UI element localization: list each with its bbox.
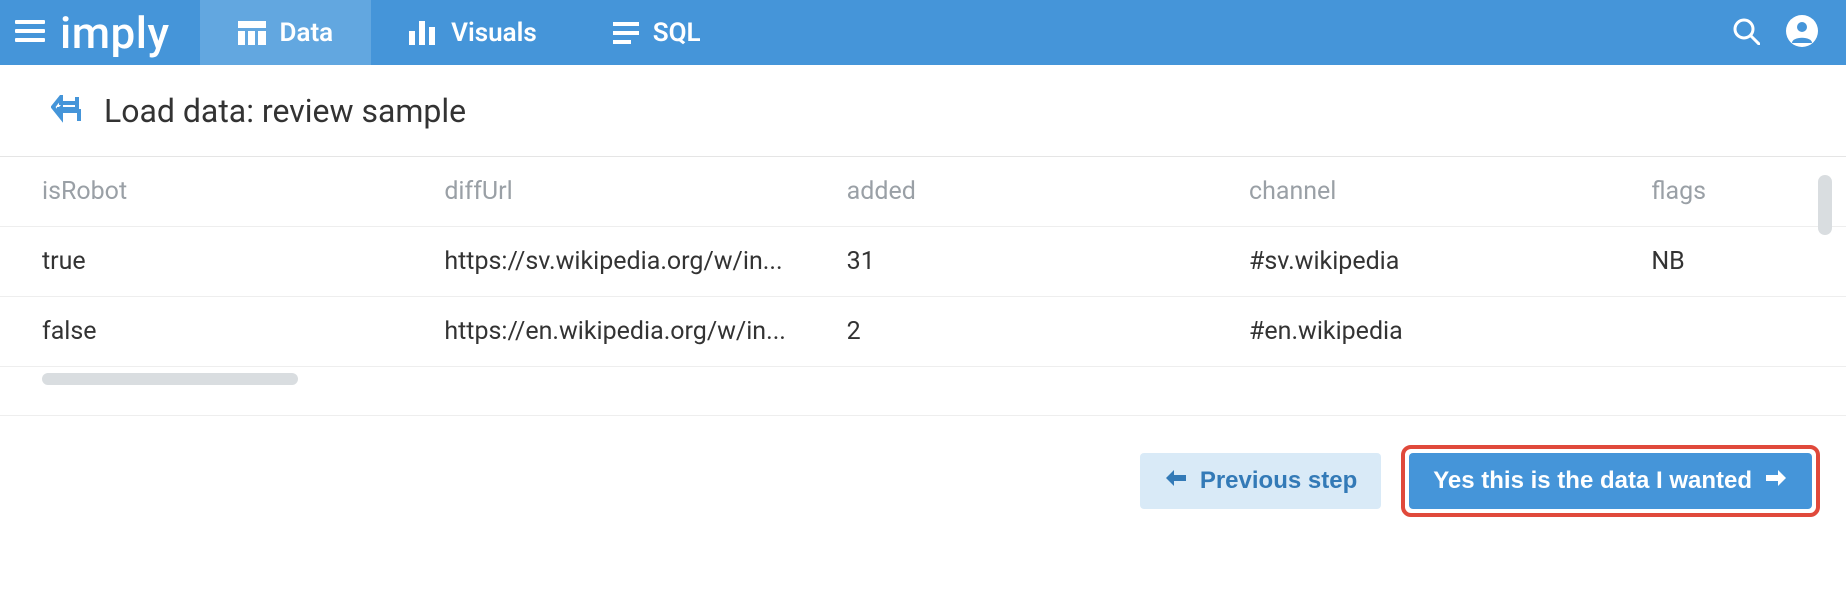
back-button[interactable] (48, 93, 84, 129)
hamburger-icon (15, 20, 45, 46)
nav-tab-data[interactable]: Data (200, 0, 372, 65)
nav-tab-label: Data (280, 18, 334, 48)
arrow-left-icon (1164, 467, 1186, 495)
bar-chart-icon (409, 21, 437, 45)
column-header-channel[interactable]: channel (1207, 157, 1609, 227)
back-arrow-icon (51, 95, 81, 127)
cell-flags (1609, 297, 1846, 367)
menu-button[interactable] (0, 0, 60, 65)
callout-highlight: Yes this is the data I wanted (1401, 445, 1820, 517)
cell-diffUrl: https://en.wikipedia.org/w/in... (402, 297, 804, 367)
cell-added: 2 (805, 297, 1207, 367)
data-table: isRobot diffUrl added channel flags true… (0, 157, 1846, 367)
cell-isRobot: false (0, 297, 402, 367)
arrow-right-icon (1766, 467, 1788, 495)
search-button[interactable] (1722, 9, 1770, 57)
nav-tab-visuals[interactable]: Visuals (371, 0, 575, 65)
data-table-container: isRobot diffUrl added channel flags true… (0, 157, 1846, 385)
cell-diffUrl: https://sv.wikipedia.org/w/in... (402, 227, 804, 297)
lines-icon (613, 22, 639, 44)
brand-logo[interactable]: imply (60, 0, 200, 65)
column-header-added[interactable]: added (805, 157, 1207, 227)
topbar: imply Data Visuals SQL (0, 0, 1846, 65)
column-header-flags[interactable]: flags (1609, 157, 1846, 227)
button-label: Yes this is the data I wanted (1433, 467, 1752, 495)
page-header: Load data: review sample (0, 65, 1846, 157)
confirm-data-button[interactable]: Yes this is the data I wanted (1409, 453, 1812, 509)
column-header-diffUrl[interactable]: diffUrl (402, 157, 804, 227)
wizard-footer: Previous step Yes this is the data I wan… (0, 415, 1846, 545)
nav-tab-label: SQL (653, 18, 701, 48)
vertical-scrollbar[interactable] (1818, 175, 1832, 235)
main-nav: Data Visuals SQL (200, 0, 739, 65)
cell-added: 31 (805, 227, 1207, 297)
nav-tab-label: Visuals (451, 18, 537, 48)
table-row: false https://en.wikipedia.org/w/in... 2… (0, 297, 1846, 367)
table-row: true https://sv.wikipedia.org/w/in... 31… (0, 227, 1846, 297)
table-header-row: isRobot diffUrl added channel flags (0, 157, 1846, 227)
nav-tab-sql[interactable]: SQL (575, 0, 739, 65)
search-icon (1732, 17, 1760, 49)
account-button[interactable] (1778, 9, 1826, 57)
button-label: Previous step (1200, 467, 1357, 495)
user-icon (1786, 15, 1818, 51)
previous-step-button[interactable]: Previous step (1140, 453, 1381, 509)
cell-channel: #en.wikipedia (1207, 297, 1609, 367)
cell-flags: NB (1609, 227, 1846, 297)
table-icon (238, 21, 266, 45)
page-title: Load data: review sample (104, 92, 466, 130)
horizontal-scrollbar[interactable] (42, 373, 298, 385)
column-header-isRobot[interactable]: isRobot (0, 157, 402, 227)
cell-channel: #sv.wikipedia (1207, 227, 1609, 297)
cell-isRobot: true (0, 227, 402, 297)
